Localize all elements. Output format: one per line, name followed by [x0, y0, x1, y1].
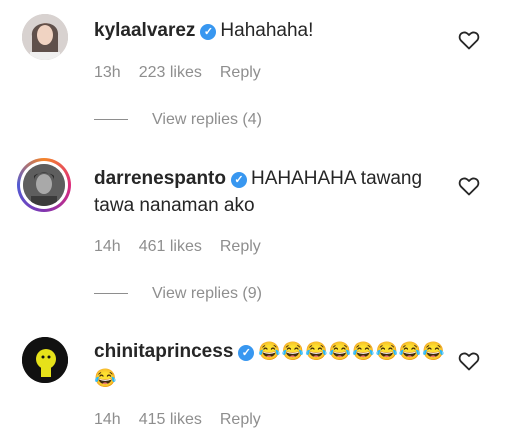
- reply-button[interactable]: Reply: [220, 411, 261, 428]
- like-count[interactable]: 461 likes: [139, 238, 202, 255]
- comment-username[interactable]: chinitaprincess: [94, 341, 233, 362]
- avatar[interactable]: [22, 14, 68, 60]
- verified-badge-icon: ✓: [238, 345, 255, 361]
- divider-line: [94, 119, 128, 121]
- avatar-photo: [23, 164, 65, 206]
- like-count[interactable]: 223 likes: [139, 64, 202, 81]
- avatar[interactable]: [17, 158, 71, 212]
- reply-button[interactable]: Reply: [220, 238, 261, 255]
- avatar[interactable]: [22, 337, 68, 383]
- comment-username[interactable]: darrenespanto: [94, 168, 226, 189]
- heart-outline-icon[interactable]: [457, 28, 481, 52]
- comment-meta: 14h 461 likes Reply: [94, 237, 279, 257]
- comment-username[interactable]: kylaalvarez: [94, 20, 195, 41]
- comment-meta: 14h 415 likes Reply: [94, 410, 279, 430]
- heart-outline-icon[interactable]: [457, 349, 481, 373]
- comment-time: 14h: [94, 238, 121, 255]
- comment-time: 13h: [94, 64, 121, 81]
- comment-text: chinitaprincess ✓ 😂😂😂😂😂😂😂😂😂: [94, 338, 449, 392]
- comment-text: darrenespanto ✓ HAHAHAHA tawang tawa nanam…: [94, 165, 449, 219]
- comment-time: 14h: [94, 411, 121, 428]
- view-replies-button[interactable]: View replies (9): [94, 284, 262, 304]
- verified-badge-icon: ✓: [200, 24, 217, 40]
- view-replies-label: View replies (9): [152, 285, 262, 302]
- comment-body: Hahahaha!: [220, 20, 314, 41]
- like-count[interactable]: 415 likes: [139, 411, 202, 428]
- story-ring: [20, 161, 68, 209]
- view-replies-label: View replies (4): [152, 111, 262, 128]
- avatar-photo: [22, 14, 68, 60]
- divider-line: [94, 293, 128, 295]
- reply-button[interactable]: Reply: [220, 64, 261, 81]
- comment-meta: 13h 223 likes Reply: [94, 63, 279, 83]
- heart-outline-icon[interactable]: [457, 174, 481, 198]
- view-replies-button[interactable]: View replies (4): [94, 110, 262, 130]
- comment-text: kylaalvarez ✓ Hahahaha!: [94, 17, 449, 44]
- avatar-photo: [22, 337, 68, 383]
- verified-badge-icon: ✓: [230, 172, 247, 188]
